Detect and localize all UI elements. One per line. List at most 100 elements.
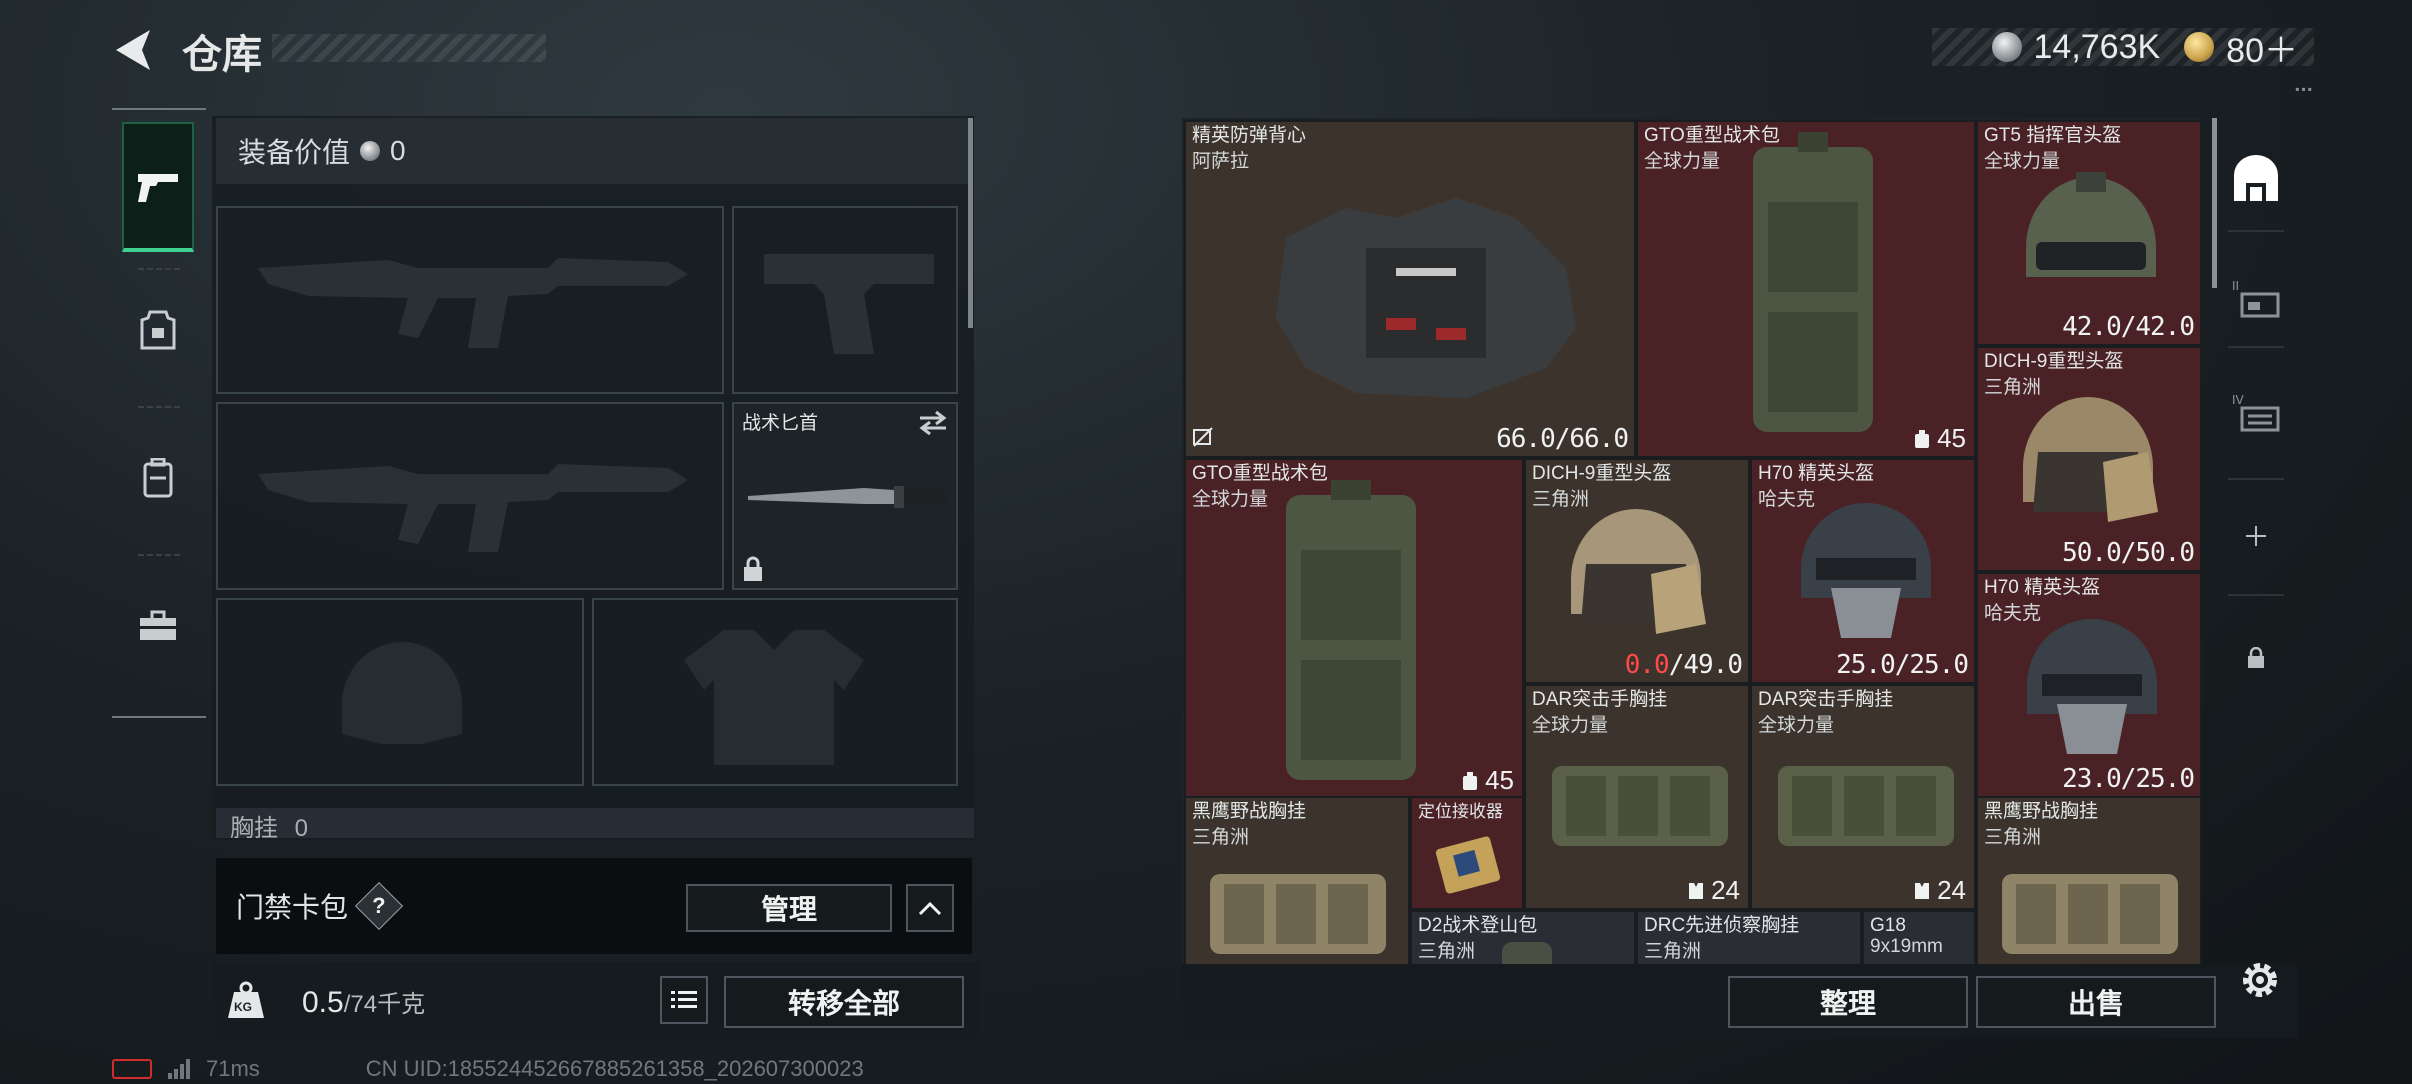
currency-bar: 14,763K 80＋: [1931, 28, 2314, 70]
no-repair-icon: [1193, 427, 1213, 447]
rail-tab-case[interactable]: [122, 576, 194, 676]
storage-item[interactable]: GT5 指挥官头盔 全球力量 42.0/42.0: [1976, 120, 2202, 346]
category-rail: [112, 108, 206, 718]
durability: 42.0/42.0: [2062, 312, 2195, 342]
capacity: 45: [1913, 423, 1966, 454]
storage-item[interactable]: GTO重型战术包 全球力量 45: [1636, 120, 1976, 458]
storage-item[interactable]: 定位接收器: [1410, 796, 1524, 910]
rail-tab-storage-main[interactable]: [2226, 148, 2286, 208]
armor-icon: [140, 310, 176, 350]
battery-icon: [112, 1059, 152, 1079]
weight-icon: KG: [226, 980, 266, 1020]
helmet-image: [1571, 509, 1706, 634]
svg-text:IV: IV: [2232, 393, 2245, 407]
rail-tab-storage-2[interactable]: II: [2226, 268, 2286, 328]
loadout-scrollbar[interactable]: [968, 118, 973, 328]
swap-icon[interactable]: [918, 410, 948, 436]
chevron-up-icon: [918, 901, 942, 916]
storage-item[interactable]: DAR突击手胸挂 全球力量 24: [1750, 684, 1976, 910]
durability: 23.0/25.0: [2062, 764, 2195, 794]
chest-rig-count: 0: [294, 815, 309, 838]
armor-silhouette-icon: [684, 630, 864, 765]
weight-readout: 0.5/74千克: [302, 984, 425, 1020]
pistol-silhouette-icon: [764, 254, 934, 354]
helmet-image: [2027, 619, 2157, 754]
storage-item[interactable]: H70 精英头盔 哈夫克 23.0/25.0: [1976, 572, 2202, 798]
access-card-label: 门禁卡包: [236, 892, 349, 923]
helmet-image: [1801, 503, 1931, 638]
rail-tab-armor[interactable]: [122, 280, 194, 380]
page-title: 仓库: [182, 33, 262, 77]
currency-coin-icon: [1991, 32, 2022, 62]
storage-item[interactable]: G18 9x19mm: [1862, 910, 1976, 964]
body-armor-slot[interactable]: [592, 598, 958, 786]
primary-weapon-slot[interactable]: [216, 206, 724, 394]
helmet-image: [2023, 397, 2158, 522]
storage-item[interactable]: 黑鹰野战胸挂 三角洲: [1976, 796, 2202, 964]
rifle-silhouette-icon: [258, 464, 688, 552]
capacity: 24: [1913, 875, 1966, 906]
backpack-capacity-icon: [1463, 771, 1478, 790]
backpack-image: [1502, 942, 1552, 964]
capacity: 24: [1687, 875, 1740, 906]
rail-divider: [138, 268, 180, 270]
collapse-button[interactable]: [906, 884, 954, 932]
manage-button[interactable]: 管理: [686, 884, 892, 932]
list-icon: [671, 991, 697, 1008]
helmet-silhouette-icon: [342, 642, 462, 744]
token-amount[interactable]: 80＋: [2226, 23, 2298, 72]
storage-scrollbar[interactable]: [2212, 118, 2217, 288]
storage-item[interactable]: DICH-9重型头盔 三角洲 50.0/50.0: [1976, 346, 2202, 572]
rail-divider: [138, 554, 180, 556]
storage-item[interactable]: DICH-9重型头盔 三角洲 0.0/49.0: [1524, 458, 1750, 684]
status-bar: 71ms CN UID:18552445266788526135​8_20260…: [112, 1056, 864, 1082]
knife-image: [748, 486, 946, 508]
equip-value: 0: [390, 135, 406, 166]
lock-icon: [744, 556, 762, 581]
locked-storage-button[interactable]: [2226, 628, 2286, 688]
backpack-capacity-icon: [1915, 429, 1930, 448]
helmet-slot[interactable]: [216, 598, 584, 786]
settings-button[interactable]: [2236, 956, 2284, 1004]
capacity: 45: [1461, 765, 1514, 796]
secondary-weapon-slot[interactable]: [216, 402, 724, 590]
gear-icon: [2243, 963, 2277, 997]
storage-item[interactable]: 黑鹰野战胸挂 三角洲: [1184, 796, 1410, 964]
storage-item[interactable]: 精英防弹背心 阿萨拉 66.0/66.0: [1184, 120, 1636, 458]
sidearm-slot[interactable]: [732, 206, 958, 394]
backpack-image: [1286, 480, 1416, 780]
help-icon[interactable]: ?: [354, 881, 404, 931]
sell-button[interactable]: 出售: [1976, 976, 2216, 1028]
sort-button[interactable]: 整理: [1728, 976, 1968, 1028]
rail-tab-backpack[interactable]: [122, 428, 194, 528]
back-arrow-icon: [116, 30, 150, 70]
storage-page-rail: II IV: [2218, 118, 2296, 718]
rail-divider: [2228, 230, 2284, 232]
chest-rig-image: [1210, 874, 1386, 954]
storage-item[interactable]: D2战术登山包 三角洲: [1410, 910, 1636, 964]
add-storage-button[interactable]: [2226, 506, 2286, 566]
uid-readout: CN UID:18552445266788526135​8_2026073000…: [365, 1056, 864, 1081]
transfer-all-button[interactable]: 转移全部: [724, 976, 964, 1028]
chest-rig-image: [2002, 874, 2178, 954]
signal-icon: [168, 1059, 190, 1079]
rail-tab-weapons[interactable]: [122, 122, 194, 252]
durability: 66.0/66.0: [1496, 424, 1629, 454]
storage-item[interactable]: DRC先进侦察胸挂 三角洲: [1636, 910, 1862, 964]
rail-tab-storage-4[interactable]: IV: [2226, 382, 2286, 442]
chest-rig-capacity-icon: [1915, 882, 1930, 899]
storage-item[interactable]: H70 精英头盔 哈夫克 25.0/25.0: [1750, 458, 1976, 684]
token-icon: [2184, 32, 2215, 62]
toolbox-icon: [140, 610, 176, 640]
helmet-image: [2026, 172, 2156, 277]
melee-slot[interactable]: 战术匕首: [732, 402, 958, 590]
back-button[interactable]: [112, 28, 160, 72]
plus-icon: [2246, 526, 2266, 546]
equip-value-bar: 装备价值 0: [216, 118, 970, 184]
storage-item[interactable]: DAR突击手胸挂 全球力量 24: [1524, 684, 1750, 910]
receiver-image: [1435, 836, 1501, 894]
storage-grid: 精英防弹背心 阿萨拉 66.0/66.0 GTO重型战术包 全球力量 45 GT…: [1184, 120, 2202, 964]
equip-value-label: 装备价值: [238, 137, 351, 168]
list-view-button[interactable]: [660, 976, 708, 1024]
durability: 25.0/25.0: [1836, 650, 1969, 680]
